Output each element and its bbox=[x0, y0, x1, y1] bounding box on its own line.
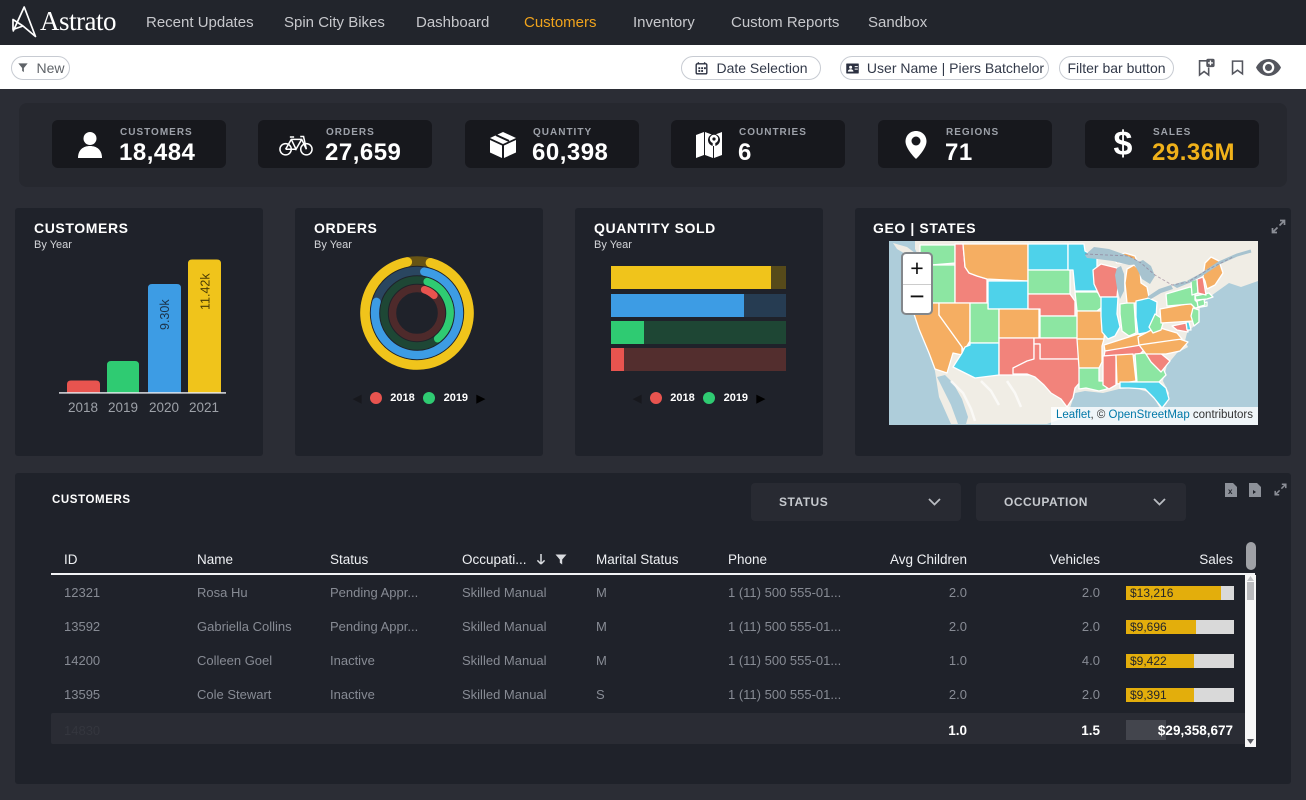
svg-text:9.30k: 9.30k bbox=[158, 299, 172, 330]
svg-text:2020: 2020 bbox=[149, 400, 179, 415]
svg-text:x: x bbox=[1228, 487, 1233, 496]
svg-text:2018: 2018 bbox=[68, 400, 98, 415]
svg-text:2021: 2021 bbox=[189, 400, 219, 415]
svg-text:2019: 2019 bbox=[108, 400, 138, 415]
svg-text:11.42k: 11.42k bbox=[199, 273, 213, 310]
